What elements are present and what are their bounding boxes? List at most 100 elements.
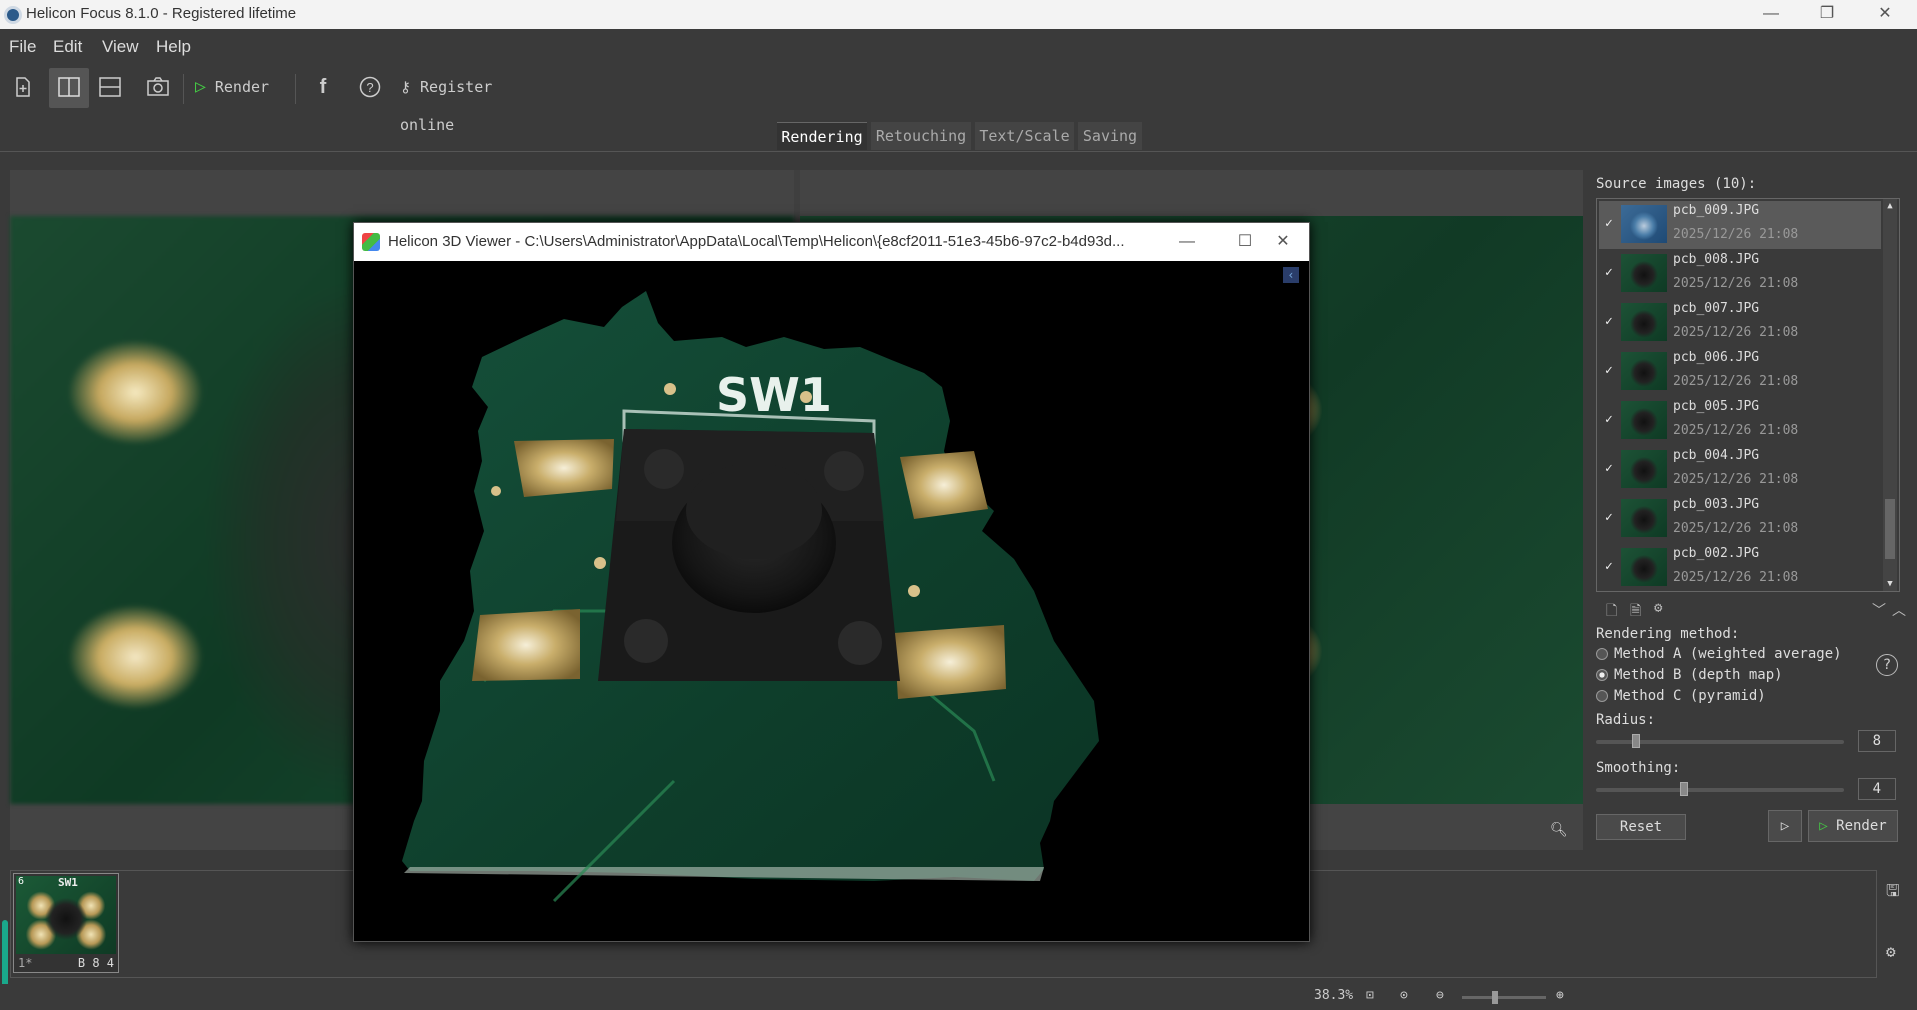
file-date: 2025/12/26 21:08 bbox=[1673, 472, 1799, 487]
menu-help[interactable]: Help bbox=[156, 37, 191, 57]
render-button-label: Render bbox=[214, 78, 270, 96]
result-thumbnail[interactable]: 6 SW1 1* B 8 4 bbox=[13, 873, 119, 973]
checkbox[interactable]: ✓ bbox=[1605, 364, 1619, 378]
file-name: pcb_002.JPG bbox=[1673, 546, 1760, 561]
menu-file[interactable]: File bbox=[9, 37, 36, 57]
remove-image-icon[interactable]: 🗎 bbox=[1630, 600, 1641, 624]
via bbox=[594, 557, 606, 569]
menu-view[interactable]: View bbox=[102, 37, 139, 57]
file-name: pcb_007.JPG bbox=[1673, 301, 1760, 316]
checkbox[interactable]: ✓ bbox=[1605, 266, 1619, 280]
restore-icon[interactable]: ❐ bbox=[1804, 0, 1850, 29]
menu-edit[interactable]: Edit bbox=[53, 37, 82, 57]
camera-icon[interactable] bbox=[140, 68, 176, 108]
source-images-list[interactable]: ✓ pcb_009.JPG 2025/12/26 21:08 ✓ pcb_008… bbox=[1596, 198, 1900, 592]
reset-button[interactable]: Reset bbox=[1596, 814, 1686, 840]
scroll-down-icon[interactable]: ▼ bbox=[1883, 577, 1897, 591]
tab-saving[interactable]: Saving bbox=[1078, 122, 1142, 150]
via bbox=[491, 486, 501, 496]
toolbar: ▷ Render f ? ⚷ Register online bbox=[0, 64, 1917, 134]
tab-retouching[interactable]: Retouching bbox=[871, 122, 971, 150]
list-item[interactable]: ✓ pcb_005.JPG 2025/12/26 21:08 bbox=[1599, 397, 1881, 445]
settings-icon[interactable]: ⚙ bbox=[1654, 600, 1662, 616]
split-vertical-icon[interactable] bbox=[49, 68, 89, 108]
list-item[interactable]: ✓ pcb_008.JPG 2025/12/26 21:08 bbox=[1599, 250, 1881, 298]
list-item[interactable]: ✓ pcb_007.JPG 2025/12/26 21:08 bbox=[1599, 299, 1881, 347]
method-c-radio[interactable] bbox=[1596, 690, 1608, 702]
minimize-icon[interactable]: — bbox=[1748, 0, 1794, 29]
method-b-label[interactable]: Method B (depth map) bbox=[1614, 667, 1783, 683]
dialog-minimize-icon[interactable]: — bbox=[1164, 227, 1210, 257]
thumbnail-silkscreen: SW1 bbox=[58, 876, 78, 889]
dialog-close-icon[interactable]: ✕ bbox=[1260, 227, 1306, 257]
method-a-label[interactable]: Method A (weighted average) bbox=[1614, 646, 1842, 662]
scroll-up-icon[interactable]: ▲ bbox=[1883, 199, 1897, 213]
list-item[interactable]: ✓ pcb_009.JPG 2025/12/26 21:08 bbox=[1599, 201, 1881, 249]
checkbox[interactable]: ✓ bbox=[1605, 217, 1619, 231]
switch-corner-post bbox=[824, 451, 864, 491]
switch-corner-post bbox=[644, 449, 684, 489]
list-scrollbar[interactable]: ▲ ▼ bbox=[1883, 199, 1897, 591]
new-file-icon[interactable] bbox=[6, 68, 40, 108]
magnifier-icon[interactable]: 🔍︎ bbox=[1550, 822, 1568, 838]
smoothing-spinbox[interactable]: 4 bbox=[1858, 778, 1896, 800]
smoothing-slider-handle[interactable] bbox=[1680, 782, 1688, 796]
render-preview-icon[interactable]: ▷ bbox=[1768, 810, 1802, 842]
radius-slider[interactable] bbox=[1596, 734, 1844, 748]
title-bar: Helicon Focus 8.1.0 - Registered lifetim… bbox=[0, 0, 1917, 29]
settings-icon[interactable]: ⚙ bbox=[1886, 942, 1908, 964]
checkbox[interactable]: ✓ bbox=[1605, 511, 1619, 525]
method-a-radio[interactable] bbox=[1596, 648, 1608, 660]
method-c-label[interactable]: Method C (pyramid) bbox=[1614, 688, 1766, 704]
file-date: 2025/12/26 21:08 bbox=[1673, 227, 1799, 242]
add-image-icon[interactable]: 🗋 bbox=[1606, 600, 1617, 624]
zoom-slider-handle[interactable] bbox=[1492, 991, 1498, 1004]
render-button-panel[interactable]: ▷ Render bbox=[1808, 810, 1898, 842]
image-thumbnail bbox=[1621, 352, 1667, 390]
list-item[interactable]: ✓ pcb_004.JPG 2025/12/26 21:08 bbox=[1599, 446, 1881, 494]
radius-spinbox[interactable]: 8 bbox=[1858, 730, 1896, 752]
list-item[interactable]: ✓ pcb_003.JPG 2025/12/26 21:08 bbox=[1599, 495, 1881, 543]
checkbox[interactable]: ✓ bbox=[1605, 315, 1619, 329]
checkbox[interactable]: ✓ bbox=[1605, 413, 1619, 427]
3d-model-render: SW1 bbox=[402, 291, 1099, 903]
radius-slider-handle[interactable] bbox=[1632, 734, 1640, 748]
zoom-level: 38.3% bbox=[1314, 988, 1354, 1003]
chevron-up-icon[interactable]: ︿ bbox=[1892, 600, 1906, 620]
help-icon[interactable]: ? bbox=[356, 68, 384, 108]
3d-scene[interactable]: SW1 ‹ bbox=[354, 261, 1309, 941]
checkbox[interactable]: ✓ bbox=[1605, 560, 1619, 574]
viewer-app-icon bbox=[362, 233, 380, 251]
zoom-out-icon[interactable]: ⊖ bbox=[1436, 988, 1444, 1003]
method-b-radio[interactable] bbox=[1596, 669, 1608, 681]
chevron-down-icon[interactable]: ﹀ bbox=[1872, 600, 1886, 620]
smoothing-slider[interactable] bbox=[1596, 782, 1844, 796]
zoom-actual-icon[interactable]: ⊙ bbox=[1400, 988, 1408, 1003]
zoom-slider[interactable] bbox=[1462, 991, 1546, 1004]
tab-text-scale[interactable]: Text/Scale bbox=[975, 122, 1074, 150]
solder-pad bbox=[514, 439, 614, 497]
zoom-fit-icon[interactable]: ⊡ bbox=[1366, 988, 1374, 1003]
facebook-icon[interactable]: f bbox=[310, 68, 336, 108]
switch-corner-post bbox=[624, 619, 668, 663]
toolbar-separator bbox=[295, 74, 296, 104]
render-button[interactable]: ▷ Render bbox=[195, 68, 275, 108]
scrollbar-thumb[interactable] bbox=[1885, 499, 1895, 559]
play-icon: ▷ bbox=[195, 76, 206, 97]
list-item[interactable]: ✓ pcb_006.JPG 2025/12/26 21:08 bbox=[1599, 348, 1881, 396]
file-name: pcb_009.JPG bbox=[1673, 203, 1760, 218]
checkbox[interactable]: ✓ bbox=[1605, 462, 1619, 476]
register-online-button[interactable]: ⚷ Register online bbox=[400, 68, 550, 134]
switch-corner-post bbox=[838, 621, 882, 665]
3d-viewer-dialog: Helicon 3D Viewer - C:\Users\Administrat… bbox=[353, 222, 1310, 942]
help-icon[interactable]: ? bbox=[1876, 654, 1898, 676]
collapse-panel-icon[interactable]: ‹ bbox=[1283, 267, 1299, 283]
tab-rendering[interactable]: Rendering bbox=[777, 122, 867, 150]
via bbox=[800, 391, 812, 403]
zoom-in-icon[interactable]: ⊕ bbox=[1556, 988, 1564, 1003]
save-icon[interactable]: 🖫 bbox=[1886, 880, 1908, 902]
image-thumbnail bbox=[1621, 548, 1667, 586]
split-horizontal-icon[interactable] bbox=[92, 68, 128, 108]
close-icon[interactable]: ✕ bbox=[1862, 0, 1908, 29]
list-item[interactable]: ✓ pcb_002.JPG 2025/12/26 21:08 bbox=[1599, 544, 1881, 591]
